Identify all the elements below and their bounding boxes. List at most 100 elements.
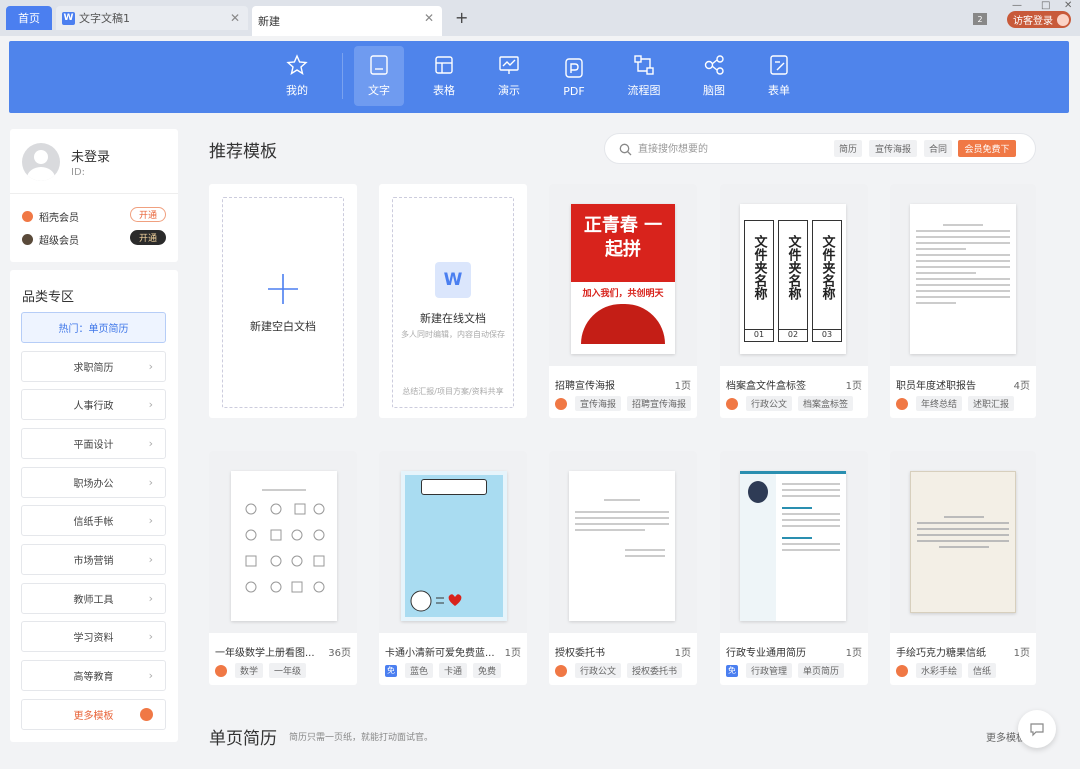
title-bar: 首页 W 文字文稿1 ✕ 新建 ✕ + — □ ✕ 2 访客登录 [0,0,1080,36]
template-tag[interactable]: 述职汇报 [968,396,1015,411]
close-window-icon[interactable]: ✕ [1064,0,1072,11]
template-tag[interactable]: 信纸 [968,663,997,678]
template-card[interactable]: 一年级数学上册看图... 36页 数学 一年级 [209,451,357,685]
new-tab-plus-icon[interactable]: + [455,8,468,27]
writer-icon: W [62,11,75,25]
folder-label: 文件夹名称 02 [778,220,808,342]
mindmap-icon [704,55,724,75]
template-thumbnail [549,451,697,633]
close-tab-icon[interactable]: ✕ [230,11,240,25]
more-templates-button[interactable]: 更多模板 [21,699,166,730]
cartoon-letter-preview [401,471,507,621]
new-blank-label: 新建空白文档 [250,320,316,333]
poster-bottom: 加入我们，共创明天 [571,282,675,354]
ribbon-label: 脑图 [703,84,725,97]
vip-label: 稻壳会员 [39,213,79,224]
category-panel: 品类专区 热门：单页简历 求职简历 › 人事行政 › 平面设计 › 职场办公 › 信纸手… [10,270,178,742]
vip-free-download-button[interactable]: 会员免费下 [958,140,1016,157]
count-badge[interactable]: 2 [973,13,987,25]
tab-home[interactable]: 首页 [6,6,52,30]
template-tag[interactable]: 数学 [235,663,264,678]
template-tag[interactable]: 年终总结 [916,396,963,411]
tab-new-label: 新建 [258,15,280,28]
category-item[interactable]: 高等教育 › [21,660,166,691]
form-icon [770,55,788,75]
math-preview [231,471,337,621]
fire-icon [140,708,153,721]
category-item[interactable]: 学习资料 › [21,621,166,652]
template-tag[interactable]: 一年级 [269,663,307,678]
chevron-right-icon: › [148,592,153,605]
template-tag[interactable]: 行政公文 [746,396,793,411]
minimize-icon[interactable]: — [1012,0,1022,11]
template-tag[interactable]: 蓝色 [405,663,434,678]
category-item[interactable]: 职场办公 › [21,467,166,498]
chevron-right-icon: › [148,360,153,373]
category-hot[interactable]: 热门：单页简历 [21,312,166,343]
ribbon-label: PDF [563,85,585,98]
new-online-label: 新建在线文档 [420,312,486,325]
ribbon-my[interactable]: 我的 [272,46,322,106]
template-tag[interactable]: 行政管理 [746,663,793,678]
search-tag[interactable]: 宣传海报 [869,140,917,157]
template-card[interactable]: 正青春 一起拼 加入我们，共创明天 招聘宣传海报 1页 宣传海报 招聘宣传海报 [549,184,697,418]
avatar[interactable] [22,143,60,181]
ribbon-mindmap[interactable]: 脑图 [689,46,739,106]
search-tag[interactable]: 合同 [924,140,952,157]
ribbon-banner [421,479,487,495]
search-tag[interactable]: 简历 [834,140,862,157]
category-item[interactable]: 平面设计 › [21,428,166,459]
template-card[interactable]: 行政专业通用简历 1页 免行政管理 单页简历 [720,451,868,685]
template-tag[interactable]: 行政公文 [575,663,622,678]
template-tag[interactable]: 卡通 [439,663,468,678]
template-card[interactable]: 文件夹名称 01 文件夹名称 02 文件夹名称 03 档案盒文件盒标签 1页 行政公文… [720,184,868,418]
category-item[interactable]: 人事行政 › [21,389,166,420]
template-thumbnail [890,451,1036,633]
template-tag[interactable]: 免费 [473,663,502,678]
resume-preview [740,471,846,621]
open-super-button[interactable]: 开通 [130,230,166,245]
template-tag[interactable]: 授权委托书 [627,663,683,678]
category-item[interactable]: 信纸手帐 › [21,505,166,536]
template-card[interactable]: 手绘巧克力糖果信纸 1页 水彩手绘 信纸 [890,451,1036,685]
template-card[interactable]: 卡通小清新可爱免费蓝... 1页 免蓝色 卡通 免费 [379,451,527,685]
tab-new[interactable]: 新建 ✕ [252,6,442,36]
search-input[interactable] [638,140,828,158]
open-daoke-button[interactable]: 开通 [130,207,166,222]
template-tag[interactable]: 档案盒标签 [798,396,854,411]
presentation-icon [499,56,519,74]
ribbon-flowchart[interactable]: 流程图 [619,46,669,106]
template-title: 职员年度述职报告 [896,381,976,392]
category-item[interactable]: 求职简历 › [21,351,166,382]
category-label: 平面设计 [73,440,114,451]
ribbon-form[interactable]: 表单 [754,46,804,106]
template-card[interactable]: 职员年度述职报告 4页 年终总结 述职汇报 [890,184,1036,418]
section-subtitle: 简历只需一页纸，就能打动面试官。 [289,733,434,743]
maximize-icon[interactable]: □ [1041,0,1050,11]
divider [10,193,178,194]
poster-slogan: 加入我们，共创明天 [582,289,664,299]
ribbon-pdf[interactable]: PDF [549,46,599,106]
new-online-doc-card[interactable]: W 新建在线文档 多人同时编辑，内容自动保存 总结汇报/项目方案/资料共享 [379,184,527,418]
new-blank-doc-card[interactable]: 新建空白文档 [209,184,357,418]
template-tag[interactable]: 水彩手绘 [916,663,963,678]
fire-icon [555,397,567,410]
user-name[interactable]: 未登录 [71,146,110,165]
tab-document[interactable]: W 文字文稿1 ✕ [56,6,248,30]
super-vip-icon [22,234,33,245]
template-tag[interactable]: 宣传海报 [575,396,621,411]
folder-number: 03 [813,329,841,339]
template-tag[interactable]: 单页简历 [798,663,845,678]
category-item[interactable]: 教师工具 › [21,583,166,614]
template-card[interactable]: 授权委托书 1页 行政公文 授权委托书 [549,451,697,685]
guest-login-button[interactable]: 访客登录 [1007,11,1071,28]
folder-label: 文件夹名称 01 [744,220,774,342]
ribbon-sheet[interactable]: 表格 [419,46,469,106]
category-label: 求职简历 [73,363,114,374]
chat-button[interactable] [1018,710,1056,748]
ribbon-presentation[interactable]: 演示 [484,46,534,106]
ribbon-text[interactable]: 文字 [354,46,404,106]
category-item[interactable]: 市场营销 › [21,544,166,575]
close-tab-icon[interactable]: ✕ [424,11,434,25]
template-tag[interactable]: 招聘宣传海报 [627,396,691,411]
